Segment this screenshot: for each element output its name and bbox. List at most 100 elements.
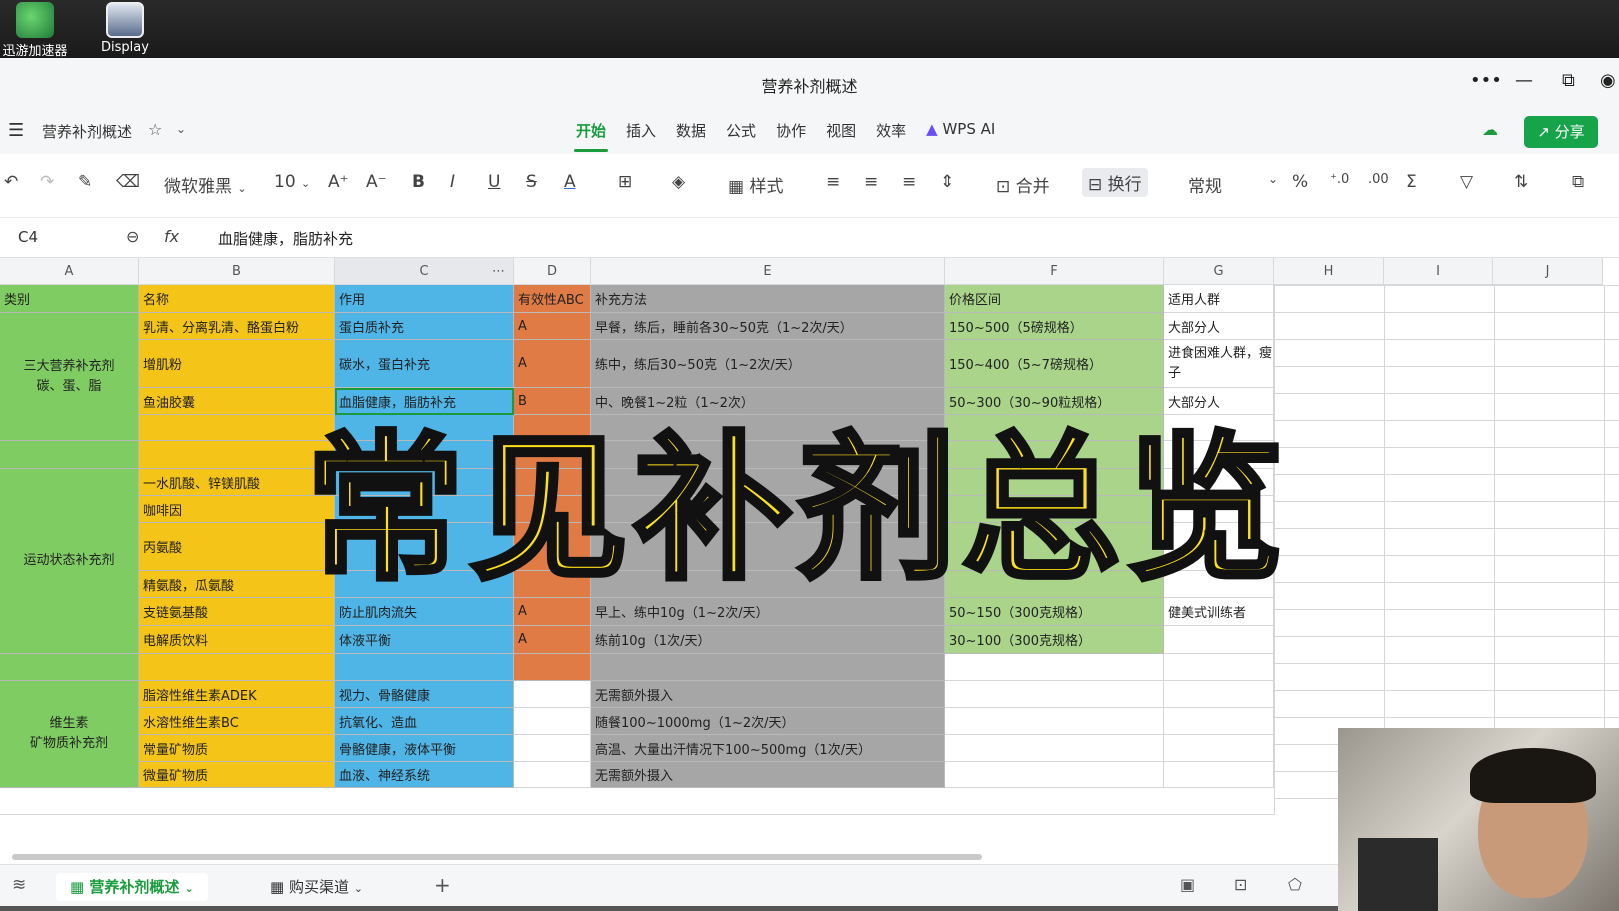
table-cell[interactable] [514,762,591,788]
header-method[interactable]: 补充方法 [591,285,945,313]
document-name[interactable]: 营养补剂概述 [42,121,132,142]
header-price[interactable]: 价格区间 [945,285,1164,313]
table-cell[interactable] [1164,654,1274,681]
table-cell[interactable]: 鱼油胶囊 [139,388,335,415]
table-cell[interactable] [1164,708,1274,735]
table-cell[interactable] [945,762,1164,788]
format-painter-icon[interactable]: ✎ [78,172,92,192]
more-dots-icon[interactable]: ⋯ [492,258,505,285]
table-cell[interactable]: 早上、练中10g（1~2次/天） [591,598,945,626]
table-cell[interactable]: 常量矿物质 [139,735,335,762]
percent-icon[interactable]: % [1292,172,1308,192]
horizontal-scrollbar[interactable] [12,854,982,860]
column-header-a[interactable]: A [0,258,139,285]
table-cell[interactable] [514,654,591,681]
table-cell[interactable]: 蛋白质补充 [335,313,514,340]
wrap-text-button[interactable]: ⊟ 换行 [1082,168,1148,197]
align-right-icon[interactable]: ≡ [902,172,916,192]
name-box[interactable]: C4 [18,228,108,246]
underline-icon[interactable]: U [488,172,500,192]
table-cell[interactable]: 增肌粉 [139,340,335,388]
vertical-align-icon[interactable]: ⇕ [940,172,954,192]
zoom-icon[interactable]: ⊖ [126,227,139,246]
table-cell[interactable] [591,654,945,681]
tab-view[interactable]: 视图 [816,120,866,148]
table-cell[interactable]: B [514,388,591,415]
table-cell[interactable]: 防止肌肉流失 [335,598,514,626]
table-cell[interactable] [1164,735,1274,762]
table-cell[interactable]: 中、晚餐1~2粒（1~2次） [591,388,945,415]
minimize-icon[interactable]: — [1515,70,1533,91]
selected-cell-c4[interactable]: 血脂健康，脂肪补充 [335,388,514,415]
table-cell[interactable]: A [514,313,591,340]
table-cell[interactable]: 碳水，蛋白补充 [335,340,514,388]
table-cell[interactable] [945,708,1164,735]
table-cell[interactable]: 早餐，练后，睡前各30~50克（1~2次/天） [591,313,945,340]
bold-icon[interactable]: B [412,172,425,192]
tab-wps-ai[interactable]: ▲ WPS AI [916,120,1005,148]
cloud-sync-icon[interactable]: ☁ [1482,120,1498,139]
eraser-icon[interactable]: ⌫ [116,172,140,192]
category-macro-supplements[interactable]: 三大营养补充剂 碳、蛋、脂 [0,313,139,441]
column-header-d[interactable]: D [514,258,591,285]
border-icon[interactable]: ⊞ [618,172,632,192]
table-cell[interactable]: 健美式训练者 [1164,598,1274,626]
share-button[interactable]: ↗ 分享 [1524,116,1598,148]
settings-icon[interactable]: ⬠ [1288,875,1302,894]
undo-icon[interactable]: ↶ [4,172,18,192]
tab-data[interactable]: 数据 [666,120,716,148]
table-cell[interactable] [1164,681,1274,708]
column-header-b[interactable]: B [139,258,335,285]
table-cell[interactable] [514,681,591,708]
header-effectiveness[interactable]: 有效性ABC [514,285,591,313]
table-cell[interactable]: 体液平衡 [335,626,514,654]
table-cell[interactable]: 150~400（5~7磅规格） [945,340,1164,388]
number-format-select[interactable]: 常规 [1188,172,1222,197]
layers-icon[interactable]: ≋ [12,875,26,895]
header-effect[interactable]: 作用 [335,285,514,313]
category-spacer[interactable] [0,441,139,469]
accelerator-desktop-icon[interactable]: 迅游加速器 [0,2,74,59]
table-cell[interactable] [945,735,1164,762]
category-sport-supplements[interactable]: 运动状态补充剂 [0,469,139,654]
style-button[interactable]: ▦ 样式 [728,172,783,197]
redo-icon[interactable]: ↷ [40,172,54,192]
table-cell[interactable]: 50~150（300克规格） [945,598,1164,626]
column-header-i[interactable]: I [1384,258,1493,285]
fill-color-icon[interactable]: ◈ [672,172,685,192]
chevron-down-icon[interactable]: ⌄ [1268,172,1278,186]
header-category[interactable]: 类别 [0,285,139,313]
table-cell[interactable]: 练中，练后30~50克（1~2次/天） [591,340,945,388]
table-cell[interactable]: 大部分人 [1164,313,1274,340]
table-cell[interactable]: 大部分人 [1164,388,1274,415]
table-cell[interactable] [139,654,335,681]
sheet-tab-overview[interactable]: ▦ 营养补剂概述 ⌄ [56,873,208,901]
protect-icon[interactable]: ⊡ [1234,875,1247,894]
column-header-e[interactable]: E [591,258,945,285]
table-cell[interactable]: 无需额外摄入 [591,762,945,788]
decrease-font-icon[interactable]: A⁻ [366,172,387,192]
function-icon[interactable]: fx [164,227,179,246]
italic-icon[interactable]: I [450,172,455,192]
font-size-select[interactable]: 10 ⌄ [274,172,310,192]
table-cell[interactable]: 水溶性维生素BC [139,708,335,735]
chevron-down-icon[interactable]: ⌄ [176,122,186,136]
table-cell[interactable]: 乳清、分离乳清、酪蛋白粉 [139,313,335,340]
formula-input[interactable]: 血脂健康，脂肪补充 [218,228,353,249]
record-icon[interactable]: ◉ [1600,70,1616,91]
table-cell[interactable]: 电解质饮料 [139,626,335,654]
table-cell[interactable]: 随餐100~1000mg（1~2次/天） [591,708,945,735]
table-cell[interactable]: 脂溶性维生素ADEK [139,681,335,708]
tab-insert[interactable]: 插入 [616,120,666,148]
table-cell[interactable] [945,654,1164,681]
category-spacer[interactable] [0,654,139,681]
align-left-icon[interactable]: ≡ [826,172,840,192]
table-cell[interactable]: 抗氧化、造血 [335,708,514,735]
filter-icon[interactable]: ▽ [1460,172,1473,192]
add-sheet-icon[interactable]: + [434,873,451,897]
header-name[interactable]: 名称 [139,285,335,313]
sheet-view-icon[interactable]: ▣ [1180,875,1195,894]
table-cell[interactable] [1164,762,1274,788]
table-cell[interactable]: 视力、骨骼健康 [335,681,514,708]
increase-decimal-icon[interactable]: ⁺.0 [1330,172,1349,187]
